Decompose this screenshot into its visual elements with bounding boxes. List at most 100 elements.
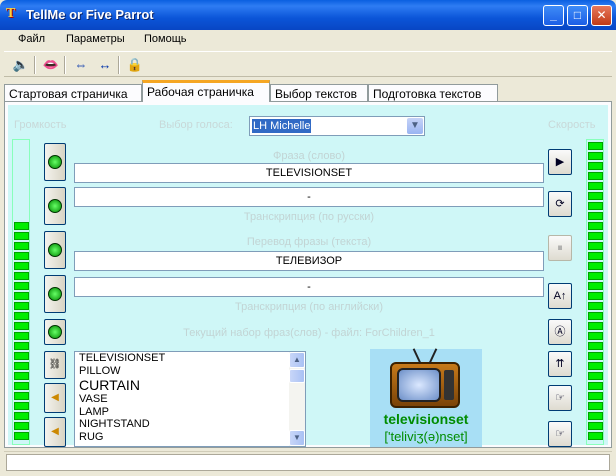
meter-segment [588,142,603,150]
work-area: Громкость Выбор голоса: LH Michelle ▼ Ск… [8,105,608,447]
minimize-button[interactable]: _ [543,5,564,26]
app-icon: T [6,6,16,21]
meter-segment [588,152,603,160]
lock-icon[interactable]: 🔒 [126,56,144,74]
pause-button[interactable]: ⏸ [548,235,572,261]
transcription-en-caption: Транскрипция (по английски) [235,301,383,313]
list-item[interactable]: PILLOW [75,365,305,378]
sort-alpha-button[interactable]: ⇈ [548,351,572,377]
menu-help[interactable]: Помощь [144,33,187,45]
tab-start-page[interactable]: Стартовая страничка [4,84,142,102]
sort-up-button[interactable]: A↑ [548,283,572,309]
meter-segment [14,272,29,280]
transcription-ru-field[interactable]: - [74,187,544,207]
list-item[interactable]: NIGHTSTAND [75,418,305,431]
list-item[interactable]: LAMP [75,406,305,419]
meter-segment [14,222,29,230]
fit-width-icon[interactable]: ⇔ [72,56,90,74]
meter-segment [14,432,29,440]
speak-phrase-button[interactable] [44,143,66,181]
meter-segment [14,312,29,320]
sort-alpha-icon: ⇈ [555,358,565,370]
status-bar [4,451,612,472]
picture-word: televisionset [383,411,469,427]
close-button[interactable]: ✕ [591,5,612,26]
circle-a-button[interactable]: Ⓐ [548,319,572,345]
point-list-alt-button[interactable]: ☞ [548,421,572,447]
menu-parameters[interactable]: Параметры [66,33,125,45]
meter-segment [14,422,29,430]
chevron-down-icon[interactable]: ▼ [407,118,423,134]
picture-transcription: ['teliviʒ(ə)nset] [384,429,468,444]
link-button[interactable]: ⛓ [44,351,66,379]
speak-transcription-ru-button[interactable] [44,187,66,225]
tab-text-selection[interactable]: Выбор текстов [270,84,368,102]
tv-knobs [444,370,454,400]
volume-down-button[interactable]: ◀ [44,383,66,413]
title-bar: T TellMe or Five Parrot _ □ ✕ [0,0,616,30]
volume-down-alt-button[interactable]: ◀ [44,417,66,447]
current-set-caption: Текущий набор фраз(слов) - файл: ForChil… [183,327,435,339]
meter-segment [588,262,603,270]
voice-selected-value: LH Michelle [252,119,312,133]
meter-segment [588,162,603,170]
expand-width-icon[interactable]: ↔ [96,56,114,74]
toolbar-separator [34,56,36,74]
meter-segment [588,402,603,410]
phrase-caption: Фраза (слово) [272,150,345,162]
toolbar-separator [64,56,66,74]
tv-antenna [412,348,422,364]
voice-label: Выбор голоса: [159,119,233,131]
meter-segment [14,402,29,410]
maximize-button[interactable]: □ [567,5,588,26]
record-icon [48,199,62,213]
play-icon: ▶ [555,156,565,168]
meter-segment [588,302,603,310]
translation-field[interactable]: ТЕЛЕВИЗОР [74,251,544,271]
tv-screen [397,368,441,402]
meter-segment [588,232,603,240]
repeat-button[interactable]: ⟳ [548,191,572,217]
word-list-scrollbar[interactable]: ▲ ▼ [289,352,305,446]
speed-label: Скорость [548,119,596,131]
scroll-down-icon[interactable]: ▼ [289,430,305,446]
play-button[interactable]: ▶ [548,149,572,175]
sort-asc-icon: A↑ [553,290,567,302]
pointing-hand-icon: ☞ [555,392,565,404]
meter-segment [588,222,603,230]
meter-segment [588,292,603,300]
volume-meter[interactable] [12,139,30,445]
circle-a-icon: Ⓐ [554,326,566,338]
list-item[interactable]: CURTAIN [75,377,305,393]
meter-segment [588,182,603,190]
scroll-thumb[interactable] [289,369,305,383]
speaker-icon[interactable]: 🔈 [12,56,30,74]
transcription-en-field[interactable]: - [74,277,544,297]
list-item[interactable]: RUG [75,431,305,444]
speed-meter[interactable] [586,139,604,445]
point-list-button[interactable]: ☞ [548,385,572,411]
tab-strip: Стартовая страничка Рабочая страничка Вы… [4,80,612,102]
volume-label: Громкость [14,119,67,131]
list-item[interactable]: VASE [75,393,305,406]
tab-work-page[interactable]: Рабочая страничка [142,80,270,102]
meter-segment [14,262,29,270]
menu-file[interactable]: Файл [18,33,45,45]
speak-set-button[interactable] [44,319,66,345]
meter-segment [588,392,603,400]
voice-select[interactable]: LH Michelle ▼ [249,116,425,136]
scroll-up-icon[interactable]: ▲ [289,352,305,368]
meter-segment [588,172,603,180]
meter-segment [14,252,29,260]
phrase-field[interactable]: TELEVISIONSET [74,163,544,183]
speak-transcription-en-button[interactable] [44,275,66,313]
meter-segment [588,342,603,350]
word-list[interactable]: TELEVISIONSET PILLOW CURTAIN VASE LAMP N… [74,351,306,447]
lips-icon[interactable]: 👄 [42,56,60,74]
speak-translation-button[interactable] [44,231,66,269]
list-item[interactable]: TELEVISIONSET [75,352,305,365]
meter-segment [14,372,29,380]
tab-text-preparation[interactable]: Подготовка текстов [368,84,498,102]
meter-segment [588,252,603,260]
meter-segment [14,362,29,370]
